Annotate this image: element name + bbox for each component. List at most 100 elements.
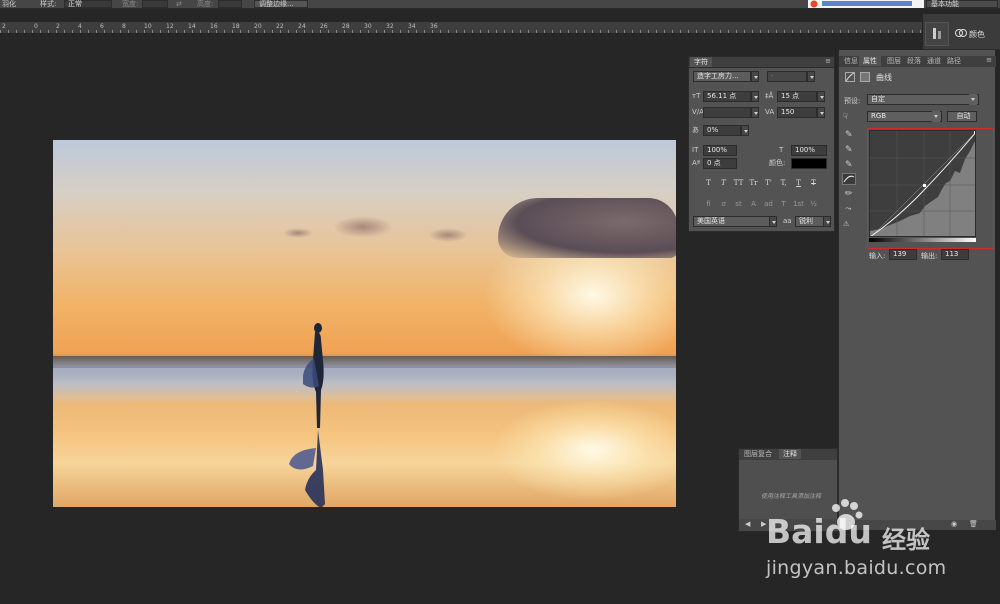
chevron-down-icon[interactable] xyxy=(751,107,759,118)
ruler-tick-label: 14 xyxy=(188,23,196,30)
tab-layer-comps[interactable]: 图层复合 xyxy=(740,449,776,459)
style-select[interactable]: 正常 xyxy=(64,0,112,8)
font-size-field[interactable]: 56.11 点 xyxy=(703,91,751,102)
proportional-spacing-icon: あ xyxy=(692,126,699,134)
ruler-tick-label: 10 xyxy=(144,23,152,30)
brand-strip xyxy=(808,0,924,8)
clipping-warning-icon[interactable]: ⚠ xyxy=(843,220,849,228)
tracking-field[interactable]: 150 xyxy=(777,107,817,118)
faux-bold-button[interactable]: T xyxy=(702,177,715,189)
panel-menu-icon[interactable]: ≡ xyxy=(986,56,992,64)
subscript-button[interactable]: T, xyxy=(777,177,790,189)
ruler-tick-label: 32 xyxy=(386,23,394,30)
ruler-tick-label: 12 xyxy=(166,23,174,30)
woman-reflection xyxy=(289,430,325,507)
fractions-button[interactable]: ½ xyxy=(807,198,820,210)
small-caps-button[interactable]: Tr xyxy=(747,177,760,189)
titling-alternates-button[interactable]: ad xyxy=(762,198,775,210)
adjustment-title: 曲线 xyxy=(876,73,892,82)
auto-button[interactable]: 自动 xyxy=(947,111,977,122)
ruler-tick-label: 0 xyxy=(34,23,38,30)
ligatures-button[interactable]: fi xyxy=(702,198,715,210)
height-field[interactable] xyxy=(218,0,242,8)
feather-label: 羽化 xyxy=(2,0,16,8)
watermark-url: jingyan.baidu.com xyxy=(766,557,947,579)
cloud xyxy=(498,198,676,258)
trash-icon[interactable]: 🗑 xyxy=(969,520,978,528)
ruler-tick-label: 4 xyxy=(78,23,82,30)
mask-icon[interactable] xyxy=(860,72,870,82)
chevron-down-icon[interactable] xyxy=(969,94,977,105)
smooth-icon[interactable]: ⤳ xyxy=(845,204,851,214)
watermark-brand: Baidu xyxy=(766,512,872,551)
chevron-down-icon[interactable] xyxy=(751,71,759,82)
curve-tools: ✎ ✎ ✎ ✏ ⤳ ⚠ xyxy=(839,50,860,530)
baseline-shift-field[interactable]: 0 点 xyxy=(703,158,737,169)
old-style-button[interactable]: ơ xyxy=(717,198,730,210)
tab-paragraph[interactable]: 段落 xyxy=(903,56,925,66)
swash-button[interactable]: st xyxy=(732,198,745,210)
refine-edge-button[interactable]: 调整边缘... xyxy=(254,0,308,8)
color-label[interactable]: 颜色 xyxy=(969,29,985,40)
chevron-down-icon[interactable] xyxy=(932,111,940,122)
input-gradient-bar xyxy=(869,238,976,242)
stylistic-alternates-button[interactable]: A xyxy=(747,198,760,210)
font-family-select[interactable]: 造字工房力... xyxy=(693,71,751,82)
tab-character[interactable]: 字符 xyxy=(690,57,712,67)
chevron-down-icon[interactable] xyxy=(769,216,777,227)
all-caps-button[interactable]: TT xyxy=(732,177,745,189)
ordinals-button[interactable]: 1st xyxy=(792,198,805,210)
canvas-image[interactable] xyxy=(53,140,676,507)
swap-icon[interactable]: ⇄ xyxy=(176,0,182,8)
eyedropper-black-icon[interactable]: ✎ xyxy=(845,130,853,140)
kerning-field[interactable] xyxy=(703,107,751,118)
tab-paths[interactable]: 路径 xyxy=(943,56,965,66)
chevron-down-icon[interactable] xyxy=(817,107,825,118)
channel-select[interactable]: RGB xyxy=(867,111,942,122)
underline-button[interactable]: T xyxy=(792,177,805,189)
tab-properties[interactable]: 属性 xyxy=(859,56,881,66)
cloud xyxy=(283,228,313,238)
width-field[interactable] xyxy=(142,0,168,8)
font-style-select[interactable]: - xyxy=(767,71,807,82)
output-field[interactable]: 113 xyxy=(941,249,969,260)
chevron-down-icon[interactable] xyxy=(823,216,831,227)
panel-menu-icon[interactable]: ≡ xyxy=(825,57,831,65)
chevron-down-icon[interactable] xyxy=(807,71,815,82)
strikethrough-button[interactable]: T xyxy=(807,177,820,189)
language-select[interactable]: 美国英语 xyxy=(693,216,773,227)
eyedropper-gray-icon[interactable]: ✎ xyxy=(845,145,853,155)
ruler-tick-label: 16 xyxy=(210,23,218,30)
width-label: 宽度: xyxy=(122,0,139,8)
antialias-select[interactable]: 锐利 xyxy=(795,216,825,227)
pencil-icon[interactable]: ✏ xyxy=(845,189,853,199)
properties-tab-bar: 信息 属性 图层 段落 通道 路径 ≡ xyxy=(839,56,996,67)
tab-notes[interactable]: 注释 xyxy=(779,449,801,459)
ruler-tick-label: 8 xyxy=(122,23,126,30)
curve-point-tool-icon[interactable] xyxy=(842,173,856,185)
history-icon[interactable] xyxy=(925,22,949,46)
chevron-down-icon[interactable] xyxy=(741,125,749,136)
chevron-down-icon[interactable] xyxy=(751,91,759,102)
baseline-shift-icon: Aª xyxy=(692,159,701,167)
text-color-swatch[interactable] xyxy=(791,158,827,169)
proportional-spacing-field[interactable]: 0% xyxy=(703,125,741,136)
ruler-tick-label: 36 xyxy=(430,23,438,30)
previous-note-icon[interactable]: ◀ xyxy=(745,520,750,528)
tab-layers[interactable]: 图层 xyxy=(883,56,905,66)
preset-select[interactable]: 自定 xyxy=(867,94,979,105)
curve-graph[interactable] xyxy=(869,130,976,237)
horizontal-scale-field[interactable]: 100% xyxy=(791,145,827,156)
chevron-down-icon[interactable] xyxy=(817,91,825,102)
eyedropper-white-icon[interactable]: ✎ xyxy=(845,160,853,170)
workspace-switcher[interactable]: 基本功能 xyxy=(926,0,998,8)
tab-channels[interactable]: 通道 xyxy=(923,56,945,66)
vertical-scale-field[interactable]: 100% xyxy=(703,145,737,156)
leading-field[interactable]: 15 点 xyxy=(777,91,817,102)
superscript-button[interactable]: T' xyxy=(762,177,775,189)
faux-italic-button[interactable]: T xyxy=(717,177,730,189)
input-field[interactable]: 139 xyxy=(889,249,917,260)
ornaments-button[interactable]: T xyxy=(777,198,790,210)
visibility-icon[interactable]: ◉ xyxy=(951,520,957,528)
color-icon[interactable] xyxy=(955,28,967,38)
